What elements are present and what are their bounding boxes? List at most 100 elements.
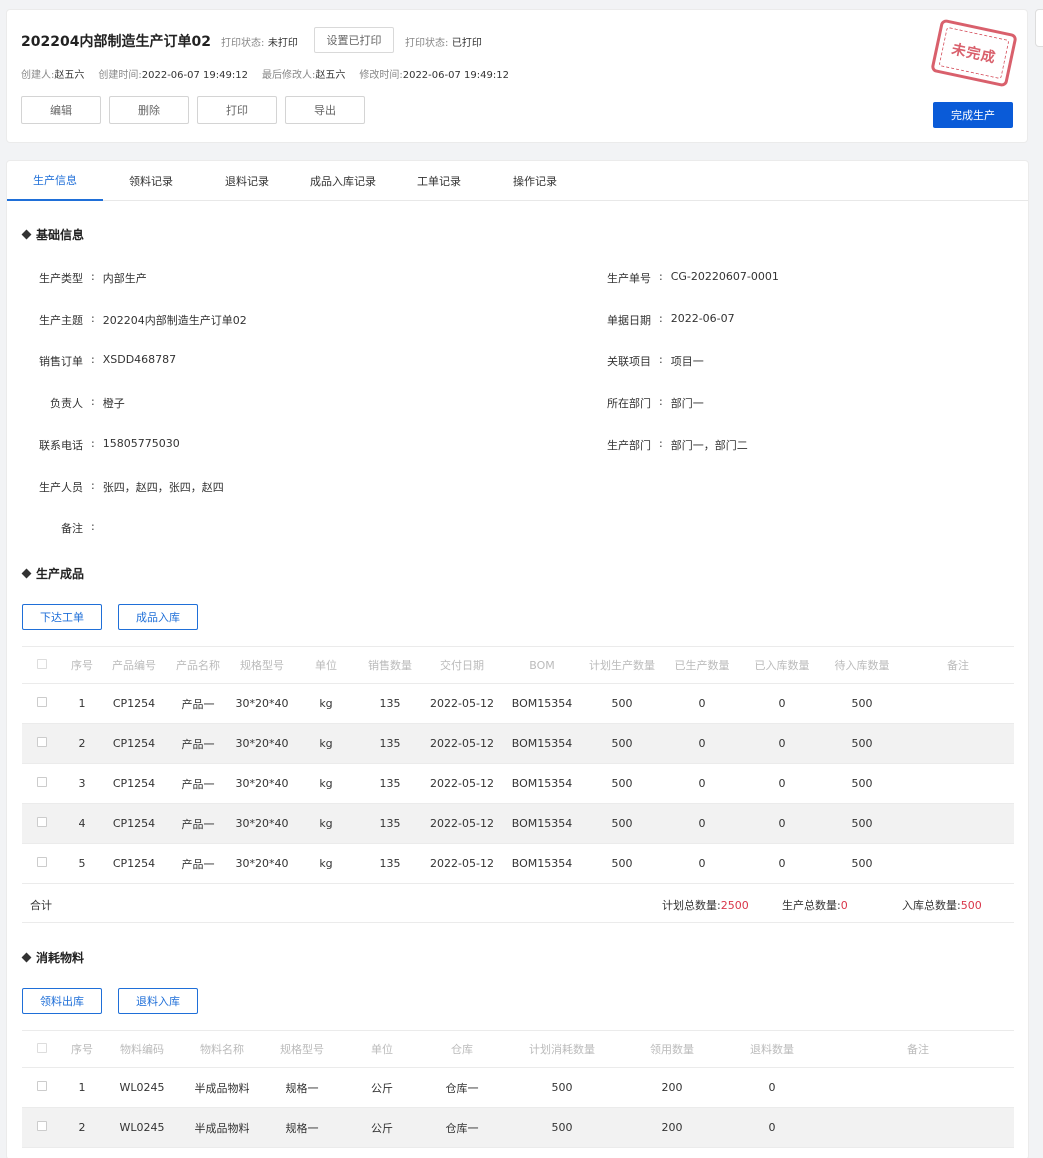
- row-checkbox[interactable]: [37, 737, 47, 747]
- info-label: 生产主题: [39, 313, 83, 327]
- material-outbound-button[interactable]: 领料出库: [22, 988, 102, 1014]
- select-all-checkbox[interactable]: [37, 1042, 47, 1053]
- info-field: 生产类型: 内部生产: [27, 270, 147, 286]
- table-cell: kg: [294, 843, 358, 884]
- info-field: 联系电话:15805775030: [27, 437, 180, 453]
- row-checkbox[interactable]: [37, 1081, 47, 1091]
- stored-total: 入库总数量:500: [902, 899, 982, 912]
- info-separator: :: [659, 311, 663, 325]
- table-row: 2 WL0245 半成品物料 规格一 公斤 仓库一 500 200 0: [22, 1107, 1014, 1148]
- export-button[interactable]: 导出: [285, 96, 365, 124]
- table-row: 1 CP1254 产品一 30*20*40 kg 135 2022-05-12 BOM1535…: [22, 683, 1014, 724]
- column-header: 退料数量: [722, 1030, 822, 1068]
- table-cell: 0: [662, 803, 742, 844]
- tab-operation-log[interactable]: 操作记录: [487, 161, 583, 201]
- section-materials: 消耗物料: [21, 949, 84, 966]
- print-button[interactable]: 打印: [197, 96, 277, 124]
- info-separator: :: [91, 395, 95, 409]
- select-all-cell: [22, 1030, 62, 1068]
- plan-total: 计划总数量:2500: [662, 899, 749, 912]
- column-header: 待入库数量: [822, 646, 902, 684]
- select-all-cell: [22, 646, 62, 684]
- table-cell: 产品一: [166, 803, 230, 844]
- table-cell: BOM15354: [502, 803, 582, 844]
- edit-button[interactable]: 编辑: [21, 96, 101, 124]
- info-label: 生产人员: [39, 480, 83, 494]
- table-cell: 公斤: [342, 1067, 422, 1108]
- table-cell: 规格一: [262, 1107, 342, 1148]
- table-cell: 135: [358, 843, 422, 884]
- table-cell: 0: [742, 723, 822, 764]
- info-label: 负责人: [50, 397, 83, 411]
- table-cell: 1: [62, 683, 102, 724]
- produced-total: 生产总数量:0: [782, 899, 848, 912]
- select-all-checkbox[interactable]: [37, 658, 47, 669]
- table-cell: [902, 803, 1014, 844]
- info-field: 所在部门: 部门一: [595, 395, 704, 411]
- table-cell: 2: [62, 1107, 102, 1148]
- table-cell: 2022-05-12: [422, 843, 502, 884]
- row-checkbox[interactable]: [37, 857, 47, 867]
- action-buttons: 编辑 删除 打印 导出: [21, 96, 365, 124]
- info-label: 单据日期: [607, 313, 651, 327]
- tab-product-inbound[interactable]: 成品入库记录: [295, 161, 391, 201]
- table-cell: 0: [742, 683, 822, 724]
- table-row: 3 CP1254 产品一 30*20*40 kg 135 2022-05-12 BOM1535…: [22, 763, 1014, 804]
- column-header: 计划消耗数量: [502, 1030, 622, 1068]
- info-field: 生产人员: 张四，赵四，张四，赵四: [27, 479, 224, 495]
- table-row: 4 CP1254 产品一 30*20*40 kg 135 2022-05-12 BOM1535…: [22, 803, 1014, 844]
- product-table: 序号 产品编号 产品名称 规格型号 单位 销售数量 交付日期 BOM 计划生产数量 已生产数量 已入…: [22, 646, 1014, 884]
- table-cell: 2022-05-12: [422, 723, 502, 764]
- row-select-cell: [22, 723, 62, 764]
- table-cell: 500: [582, 803, 662, 844]
- info-label: 生产类型: [39, 272, 83, 285]
- table-cell: CP1254: [102, 763, 166, 804]
- table-row: 5 CP1254 产品一 30*20*40 kg 135 2022-05-12 BOM1535…: [22, 843, 1014, 884]
- column-header: 规格型号: [262, 1030, 342, 1068]
- row-select-cell: [22, 1107, 62, 1148]
- table-cell: 仓库一: [422, 1067, 502, 1108]
- row-checkbox[interactable]: [37, 777, 47, 787]
- column-header: 备注: [902, 646, 1014, 684]
- table-cell: [902, 763, 1014, 804]
- delete-button[interactable]: 删除: [109, 96, 189, 124]
- table-cell: 0: [662, 683, 742, 724]
- product-inbound-button[interactable]: 成品入库: [118, 604, 198, 630]
- column-header: 交付日期: [422, 646, 502, 684]
- modifier: 最后修改人:赵五六: [261, 70, 346, 81]
- table-cell: 30*20*40: [230, 843, 294, 884]
- row-checkbox[interactable]: [37, 697, 47, 707]
- info-value: 15805775030: [102, 436, 180, 450]
- print-status-1: 打印状态: 未打印: [221, 38, 298, 49]
- summary-label: 合计: [30, 899, 52, 912]
- tab-work-orders[interactable]: 工单记录: [391, 161, 487, 201]
- table-cell: 500: [822, 683, 902, 724]
- material-return-button[interactable]: 退料入库: [118, 988, 198, 1014]
- set-printed-button[interactable]: 设置已打印: [314, 27, 394, 53]
- tab-production-info[interactable]: 生产信息: [7, 161, 103, 201]
- info-value: 内部生产: [102, 272, 147, 285]
- table-cell: 500: [502, 1107, 622, 1148]
- row-checkbox[interactable]: [37, 1121, 47, 1131]
- table-cell: 仓库一: [422, 1107, 502, 1148]
- complete-production-button[interactable]: 完成生产: [933, 102, 1013, 128]
- column-header: 领用数量: [622, 1030, 722, 1068]
- table-cell: 0: [722, 1107, 822, 1148]
- issue-work-order-button[interactable]: 下达工单: [22, 604, 102, 630]
- column-header: 规格型号: [230, 646, 294, 684]
- column-header: 物料编码: [102, 1030, 182, 1068]
- row-checkbox[interactable]: [37, 817, 47, 827]
- table-cell: 2022-05-12: [422, 683, 502, 724]
- table-cell: 135: [358, 763, 422, 804]
- column-header: 单位: [342, 1030, 422, 1068]
- column-header: 序号: [62, 1030, 102, 1068]
- info-field: 负责人: 橙子: [27, 395, 125, 411]
- table-cell: 500: [582, 763, 662, 804]
- table-cell: 0: [662, 843, 742, 884]
- tab-material-pick[interactable]: 领料记录: [103, 161, 199, 201]
- tab-material-return[interactable]: 退料记录: [199, 161, 295, 201]
- table-cell: 2022-05-12: [422, 763, 502, 804]
- table-cell: 半成品物料: [182, 1107, 262, 1148]
- column-header: 物料名称: [182, 1030, 262, 1068]
- info-separator: :: [659, 353, 663, 367]
